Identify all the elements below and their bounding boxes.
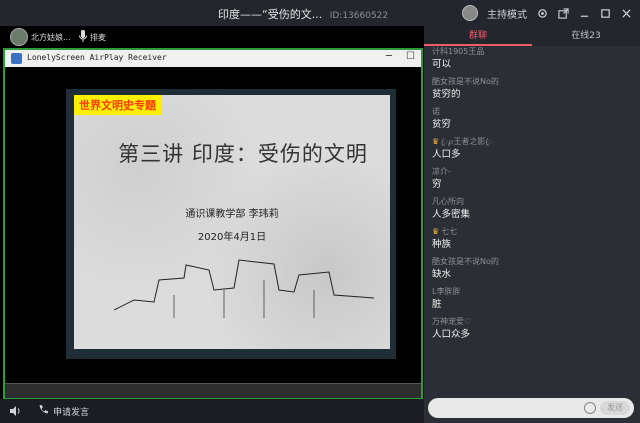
stream-area: 北方姑娘... 排麦 LonelyScreen AirPlay Receiver… [0,26,424,423]
slide-date: 2020年4月1日 [197,232,267,243]
footer-bar: 申请发言 [0,399,424,423]
chat-sender-name[interactable]: 凡心所向 [432,196,632,208]
chat-message-text: 贫穷的 [432,89,461,100]
chat-message-text: 种族 [432,239,452,250]
chat-sender-label: 凡心所向 [432,197,464,206]
crown-icon: ♛ [432,137,440,146]
mic-queue-button[interactable]: 排麦 [90,32,106,43]
apply-speak-button[interactable]: 申请发言 [38,404,89,418]
title-bar: 印度——“受伤的文... ID:13660522 主持模式 [0,0,640,26]
chat-sender-name[interactable]: 诺 [432,106,632,118]
host-mode-label[interactable]: 主持模式 [487,6,527,21]
send-button[interactable]: 发送 [600,401,630,415]
chat-sender-name[interactable]: ♛ꦿ℘王者之影ꦿ [432,136,632,148]
chat-sender-label: 万神宠爱♡ [432,317,472,326]
horizontal-scrollbar[interactable] [5,383,421,398]
maximize-icon[interactable] [599,7,611,19]
chat-sender-name[interactable]: 酷女孩是不说No的 [432,76,632,88]
phone-icon [38,404,49,418]
app-minimize-icon[interactable]: ─ [386,51,392,62]
chat-sender-label: 诺 [432,107,440,116]
chat-sender-name[interactable]: L李胖胖 [432,286,632,298]
chat-sender-name[interactable]: 计科1905王品 [432,46,632,58]
chat-sender-label: 七七 [441,227,458,236]
chat-message-text: 缺水 [432,269,452,280]
chat-message: L李胖胖脏 [424,286,640,312]
host-avatar[interactable] [10,28,28,46]
popout-icon[interactable] [557,7,569,19]
host-bar: 北方姑娘... 排麦 [0,26,424,48]
emoji-icon[interactable] [584,402,596,414]
chat-message-text: 贫穷 [432,119,452,130]
chat-message-text: 穷 [432,179,442,190]
crown-icon: ♛ [432,227,440,236]
shared-app-window: LonelyScreen AirPlay Receiver ─ ☐ 世界文明史专… [3,48,423,400]
chat-sender-label: ꦿ℘王者之影ꦿ [441,137,493,146]
chat-sender-label: L李胖胖 [432,287,461,296]
chat-message: 酷女孩是不说No的 缺水 [424,256,640,282]
chat-message-list[interactable]: 计科1905王品 可以 酷女孩是不说No的 贫穷的诺贫穷 ♛ꦿ℘王者之影ꦿ 人口多 凉介- 穷… [424,46,640,398]
chat-message-text: 人多密集 [432,209,471,220]
chat-message: 万神宠爱♡ 人口众多 [424,316,640,342]
presentation-slide: 世界文明史专题 第三讲 印度：受伤的文明 通识课教学部 李玮莉 2020年4月1… [66,89,396,359]
app-icon [11,53,22,64]
chat-sender-name[interactable]: ♛ 七七 [432,226,632,238]
chat-message: ♛ 七七 种族 [424,226,640,252]
room-id: ID:13660522 [329,11,389,21]
app-maximize-icon[interactable]: ☐ [406,51,415,62]
slide-badge: 世界文明史专题 [74,95,161,115]
chat-sender-label: 酷女孩是不说No的 [432,77,499,86]
chat-sender-name[interactable]: 凉介- [432,166,632,178]
chat-message: 凉介- 穷 [424,166,640,192]
chat-message: 酷女孩是不说No的 贫穷的 [424,76,640,102]
chat-message-text: 人口众多 [432,329,471,340]
chat-tabs: 群聊 在线23 [424,26,640,46]
chat-message-text: 人口多 [432,149,461,160]
chat-sender-name[interactable]: 酷女孩是不说No的 [432,256,632,268]
chat-sender-label: 凉介- [432,167,451,176]
skyline-drawing [114,259,374,318]
app-window-buttons: ─ ☐ [386,51,415,62]
tab-online[interactable]: 在线23 [532,26,640,46]
chat-message-text: 可以 [432,59,452,70]
settings-icon[interactable] [536,7,548,19]
host-avatar-icon[interactable] [462,5,478,21]
chat-sender-name[interactable]: 万神宠爱♡ [432,316,632,328]
window-title: 印度——“受伤的文... ID:13660522 [218,6,388,22]
speaker-icon[interactable] [9,405,23,417]
minimize-icon[interactable] [578,7,590,19]
chat-message: ♛ꦿ℘王者之影ꦿ 人口多 [424,136,640,162]
chat-message-text: 脏 [432,299,442,310]
window-title-text: 印度——“受伤的文... [218,8,323,21]
host-name[interactable]: 北方姑娘... [31,32,71,43]
title-bar-controls: 主持模式 [462,4,632,22]
slide-department: 通识课教学部 李玮莉 [185,209,279,220]
chat-panel: 群聊 在线23 计科1905王品 可以 酷女孩是不说No的 贫穷的诺贫穷 ♛ꦿ℘王者之影… [424,26,640,423]
chat-message: 诺贫穷 [424,106,640,132]
chat-input[interactable]: 发送 [428,398,634,418]
slide-title: 第三讲 印度：受伤的文明 [118,142,368,166]
chat-sender-label: 酷女孩是不说No的 [432,257,499,266]
close-icon[interactable] [620,7,632,19]
chat-message: 凡心所向 人多密集 [424,196,640,222]
tab-group-chat[interactable]: 群聊 [424,26,532,46]
chat-message: 计科1905王品 可以 [424,46,640,72]
app-title: LonelyScreen AirPlay Receiver [27,53,167,62]
app-content: 世界文明史专题 第三讲 印度：受伤的文明 通识课教学部 李玮莉 2020年4月1… [5,67,421,384]
app-title-bar: LonelyScreen AirPlay Receiver ─ ☐ [5,50,421,67]
apply-speak-label: 申请发言 [53,407,90,418]
slide-canvas: 世界文明史专题 第三讲 印度：受伤的文明 通识课教学部 李玮莉 2020年4月1… [74,95,390,349]
chat-sender-label: 计科1905王品 [432,47,485,56]
